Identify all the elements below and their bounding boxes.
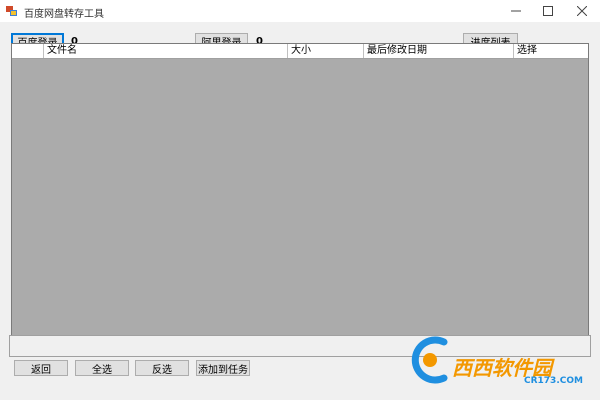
minimize-button[interactable] [500, 0, 532, 22]
invert-selection-button[interactable]: 反选 [135, 360, 189, 376]
maximize-button[interactable] [532, 0, 564, 22]
header-modified-date[interactable]: 最后修改日期 [364, 44, 514, 58]
minimize-icon [511, 10, 521, 12]
back-button[interactable]: 返回 [14, 360, 68, 376]
add-to-task-button[interactable]: 添加到任务 [196, 360, 250, 376]
close-button[interactable] [566, 0, 598, 22]
close-icon [577, 6, 587, 16]
header-size[interactable]: 大小 [288, 44, 364, 58]
window-title: 百度网盘转存工具 [24, 9, 104, 20]
watermark-site: CR173.COM [524, 376, 583, 386]
maximize-icon [543, 6, 553, 16]
app-icon [6, 6, 17, 16]
title-bar: 百度网盘转存工具 [0, 0, 600, 22]
header-row-selector[interactable] [12, 44, 44, 58]
file-grid[interactable]: 文件名 大小 最后修改日期 选择 [11, 43, 589, 346]
header-select[interactable]: 选择 [514, 44, 588, 58]
select-all-button[interactable]: 全选 [75, 360, 129, 376]
grid-header: 文件名 大小 最后修改日期 选择 [12, 44, 588, 59]
header-filename[interactable]: 文件名 [44, 44, 288, 58]
watermark: 西西软件园 CR173.COM [404, 330, 588, 392]
